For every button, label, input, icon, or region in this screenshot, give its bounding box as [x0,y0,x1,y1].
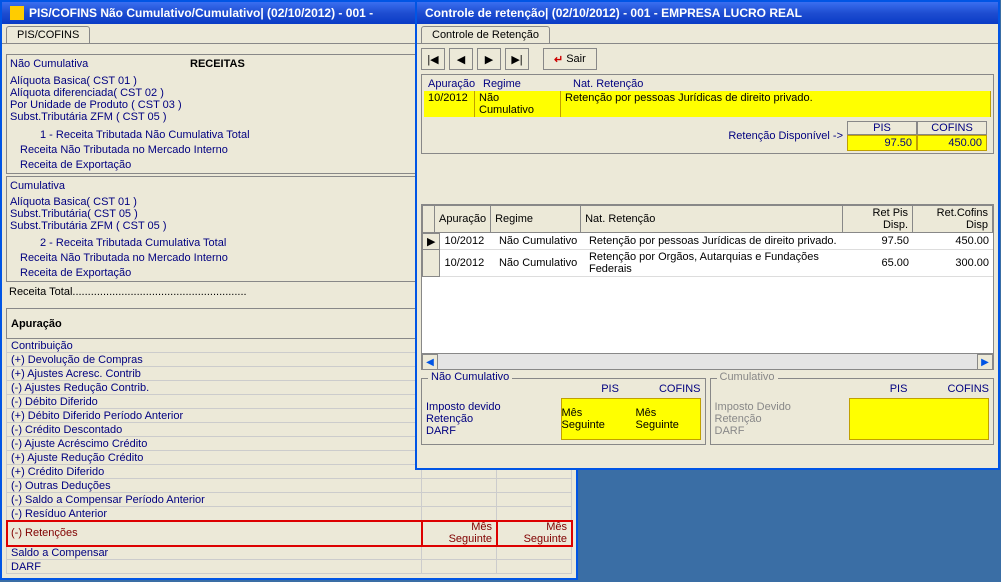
sair-button[interactable]: ↵Sair [543,48,597,70]
grid-col-nat[interactable]: Nat. Retenção [581,206,843,233]
nc-retencao: Retenção [426,413,561,425]
pis-disp-value: 97.50 [847,135,917,151]
det-nat: Retenção por pessoas Jurídicas de direit… [561,91,991,117]
receitas-header: RECEITAS [190,58,245,70]
next-icon: ▶ [485,53,493,66]
c-item-3: Subst.Tributária ZFM ( CST 05 ) [10,220,468,232]
nav-prev-button[interactable]: ◀ [449,48,473,70]
receita-total: Receita Total...........................… [9,286,469,298]
panel-c-title: Cumulativo [717,371,778,383]
panel-nc-title: Não Cumulativo [428,371,512,383]
table-row[interactable]: (-) Saldo a Compensar Período Anterior [7,493,572,507]
det-apuracao: 10/2012 [424,91,475,117]
nc-sub3: Receita de Exportação [10,159,468,171]
tab-piscofins[interactable]: PIS/COFINS [6,26,90,43]
table-row[interactable]: (-) Resíduo Anterior [7,507,572,521]
cofins-disp-value: 450.00 [917,135,987,151]
retencao-grid[interactable]: Apuração Regime Nat. Retenção Ret Pis Di… [421,204,994,370]
c-item-2: Subst.Tributária( CST 05 ) [10,208,468,220]
grid-col-regime[interactable]: Regime [491,206,581,233]
table-row[interactable]: DARF [7,560,572,574]
nc-item-1: Alíquota Basica( CST 01 ) [10,75,468,87]
table-row[interactable]: (-) Outras Deduções [7,479,572,493]
app-icon [10,6,24,20]
nc-cofins-hdr: COFINS [659,383,701,395]
apuracao-header: Apuração [7,309,422,339]
nc-mes-seg-1: Mês Seguinte [562,407,626,431]
tab-controle-retencao[interactable]: Controle de Retenção [421,26,550,43]
prev-icon: ◀ [457,53,465,66]
table-row[interactable]: Saldo a Compensar [7,546,572,560]
retencoes-row[interactable]: (-) RetençõesMês SeguinteMês Seguinte [7,521,572,546]
nc-item-3: Por Unidade de Produto ( CST 03 ) [10,99,468,111]
sair-label: Sair [566,53,586,65]
nav-last-button[interactable]: ▶| [505,48,529,70]
nc-pis-hdr: PIS [601,383,619,395]
nc-item-2: Alíquota diferenciada( CST 02 ) [10,87,468,99]
nc-values-box: Mês Seguinte Mês Seguinte [561,398,701,440]
scroll-left-button[interactable]: ◀ [422,354,438,370]
c-values-box [849,398,989,440]
retencao-disp-label: Retenção Disponível -> [728,130,843,142]
det-regime: Não Cumulativo [475,91,561,117]
hdr-regime: Regime [479,77,569,91]
last-icon: ▶| [511,53,522,66]
group-title-nc: Não Cumulativa [10,58,130,70]
c-darf: DARF [715,425,850,437]
tab-row-retencao: Controle de Retenção [417,24,998,44]
nav-first-button[interactable]: |◀ [421,48,445,70]
scroll-right-button[interactable]: ▶ [977,354,993,370]
cofins-header: COFINS [917,121,987,135]
nc-item-4: Subst.Tributária ZFM ( CST 05 ) [10,111,468,123]
grid-col-cofins[interactable]: Ret.Cofins Disp [913,206,993,233]
c-sub2: Receita Não Tributada no Mercado Interno [10,252,468,264]
detail-row: 10/2012 Não Cumulativo Retenção por pess… [424,91,991,117]
grid-row[interactable]: ▶10/2012Não CumulativoRetenção por pesso… [423,234,994,250]
titlebar-retencao[interactable]: Controle de retenção| (02/10/2012) - 001… [417,2,998,24]
nc-sub1: 1 - Receita Tributada Não Cumulativa Tot… [10,129,468,141]
hdr-nat: Nat. Retenção [569,77,647,91]
exit-icon: ↵ [554,53,563,66]
c-sub1: 2 - Receita Tributada Cumulativa Total [10,237,468,249]
grid-col-pis[interactable]: Ret Pis Disp. [843,206,913,233]
panel-cumulativo: Cumulativo PISCOFINS Imposto Devido Rete… [710,378,995,445]
first-icon: |◀ [427,53,438,66]
c-imposto: Imposto Devido [715,401,850,413]
c-retencao: Retenção [715,413,850,425]
panel-nao-cumulativo: Não Cumulativo PISCOFINS Imposto devido … [421,378,706,445]
c-item-1: Alíquota Basica( CST 01 ) [10,196,468,208]
nc-imposto: Imposto devido [426,401,561,413]
nav-next-button[interactable]: ▶ [477,48,501,70]
controle-retencao-window: Controle de retenção| (02/10/2012) - 001… [415,0,1000,470]
pis-header: PIS [847,121,917,135]
grid-hscrollbar[interactable]: ◀ ▶ [422,353,993,369]
c-pis-hdr: PIS [890,383,908,395]
c-cofins-hdr: COFINS [947,383,989,395]
nc-sub2: Receita Não Tributada no Mercado Interno [10,144,468,156]
c-sub3: Receita de Exportação [10,267,468,279]
hdr-apuracao: Apuração [424,77,479,91]
nc-darf: DARF [426,425,561,437]
nc-mes-seg-2: Mês Seguinte [636,407,700,431]
window-title-retencao: Controle de retenção| (02/10/2012) - 001… [425,6,802,20]
window-title: PIS/COFINS Não Cumulativo/Cumulativo| (0… [29,6,373,20]
grid-row[interactable]: 10/2012Não CumulativoRetenção por Orgãos… [423,250,994,277]
grid-col-apuracao[interactable]: Apuração [435,206,491,233]
